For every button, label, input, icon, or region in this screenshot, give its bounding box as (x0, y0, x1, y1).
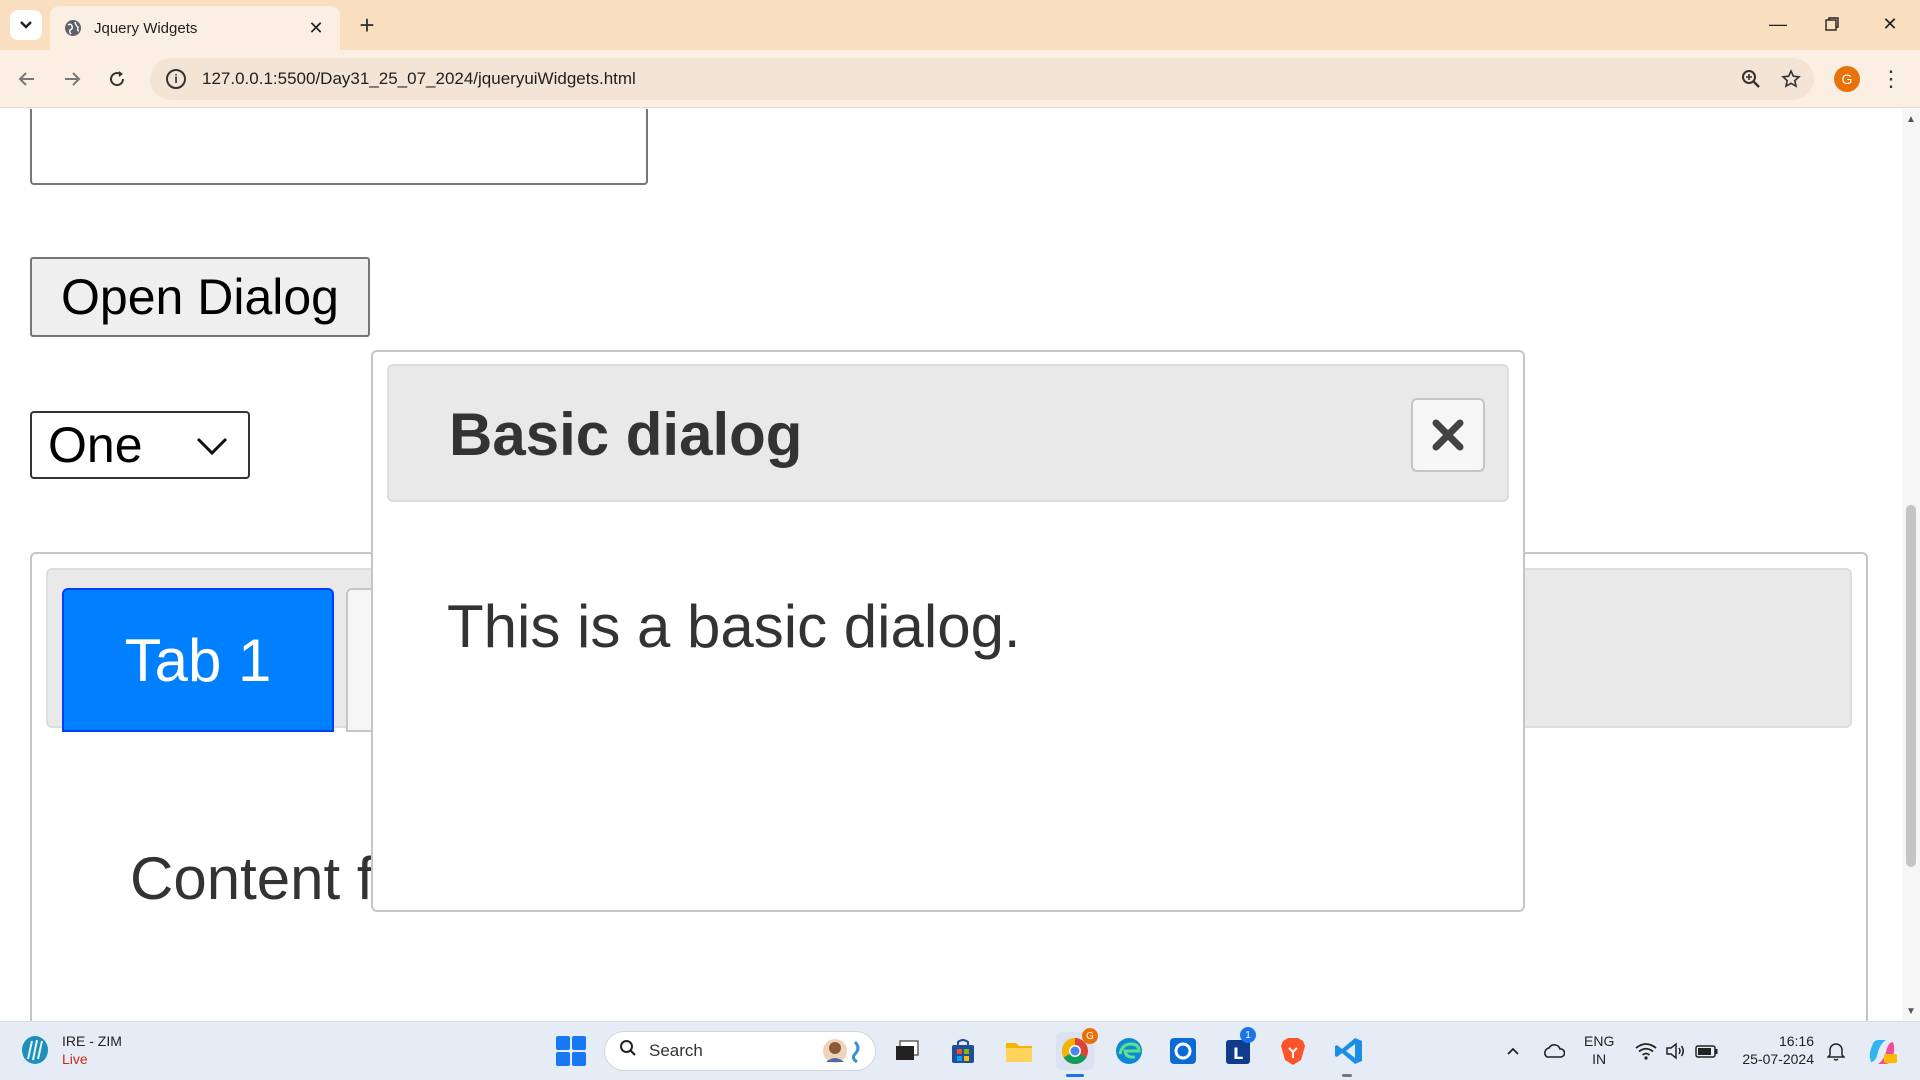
select-value: One (48, 417, 143, 473)
restore-button[interactable] (1810, 6, 1854, 42)
news-headline: IRE - ZIM (62, 1033, 122, 1049)
tab-1[interactable]: Tab 1 (62, 588, 334, 732)
vscode-icon[interactable] (1330, 1032, 1368, 1070)
address-bar[interactable]: i 127.0.0.1:5500/Day31_25_07_2024/jquery… (150, 58, 1814, 100)
back-button[interactable] (10, 62, 44, 96)
search-highlight-icon (823, 1039, 860, 1064)
open-dialog-button[interactable]: Open Dialog (30, 257, 370, 337)
tab-title: Jquery Widgets (94, 19, 198, 37)
reload-icon (110, 71, 125, 87)
globe-icon (65, 20, 81, 36)
bookmark-star-icon[interactable] (1774, 62, 1808, 96)
page-scrollbar[interactable]: ▲ ▼ (1902, 109, 1920, 1021)
scroll-up-icon[interactable]: ▲ (1902, 111, 1920, 127)
region-code: IN (1592, 1051, 1607, 1067)
number-select[interactable]: One (30, 411, 250, 479)
reload-button[interactable] (100, 62, 134, 96)
tab-search-button[interactable] (10, 10, 42, 40)
close-icon (1432, 419, 1464, 451)
browser-menu-icon[interactable]: ⋮ (1876, 64, 1906, 94)
cortana-icon[interactable] (1164, 1032, 1202, 1070)
edge-icon[interactable] (1110, 1032, 1148, 1070)
windows-start-icon[interactable] (556, 1036, 586, 1066)
notification-bell-icon[interactable] (1822, 1034, 1850, 1068)
text-input[interactable] (30, 109, 648, 185)
chrome-active-indicator (1066, 1074, 1084, 1077)
language-indicator[interactable]: ENG IN (1584, 1032, 1614, 1068)
scroll-down-icon[interactable]: ▼ (1902, 1003, 1920, 1019)
file-explorer-icon[interactable] (1000, 1032, 1038, 1070)
restore-icon (1825, 17, 1839, 31)
task-view-icon[interactable] (888, 1032, 926, 1070)
site-info-icon[interactable]: i (166, 69, 186, 89)
new-tab-button[interactable]: + (352, 10, 382, 40)
dialog-title: Basic dialog (449, 401, 803, 468)
basic-dialog: Basic dialog This is a basic dialog. (371, 350, 1525, 912)
browser-tab-active[interactable]: Jquery Widgets ✕ (50, 6, 340, 50)
chrome-profile-badge: G (1082, 1028, 1098, 1044)
close-icon[interactable]: ✕ (306, 18, 326, 38)
arrow-left-icon (18, 72, 34, 86)
chevron-down-icon (196, 437, 228, 456)
news-widget[interactable]: IRE - ZIM Live (20, 1032, 122, 1068)
browser-tabstrip: Jquery Widgets ✕ + — ✕ (0, 0, 1920, 50)
scrollbar-thumb[interactable] (1906, 505, 1916, 867)
vscode-running-indicator (1342, 1074, 1352, 1077)
volume-icon[interactable] (1662, 1034, 1688, 1068)
chevron-down-icon (20, 21, 32, 29)
arrow-right-icon (65, 72, 81, 86)
news-live-label: Live (62, 1051, 88, 1067)
cricket-icon (22, 1036, 48, 1064)
dialog-body-text: This is a basic dialog. (447, 593, 1021, 660)
microsoft-store-icon[interactable] (944, 1032, 982, 1070)
clock-time: 16:16 (1778, 1033, 1814, 1049)
zoom-icon[interactable] (1734, 62, 1768, 96)
system-clock[interactable]: 16:16 25-07-2024 (1734, 1032, 1814, 1068)
brave-icon[interactable] (1274, 1032, 1312, 1070)
wifi-icon[interactable] (1632, 1034, 1660, 1068)
onedrive-icon[interactable] (1538, 1034, 1568, 1068)
search-icon (619, 1039, 637, 1063)
browser-toolbar: i 127.0.0.1:5500/Day31_25_07_2024/jquery… (0, 50, 1920, 108)
language-code: ENG (1584, 1033, 1615, 1049)
forward-button[interactable] (55, 62, 89, 96)
outlook-badge: 1 (1240, 1027, 1256, 1043)
window-close-button[interactable]: ✕ (1868, 6, 1912, 42)
battery-icon[interactable] (1692, 1034, 1722, 1068)
url-text: 127.0.0.1:5500/Day31_25_07_2024/jqueryui… (202, 69, 636, 88)
search-label: Search (649, 1041, 703, 1060)
dialog-close-button[interactable] (1411, 398, 1485, 472)
windows-taskbar: IRE - ZIM Live Search G L 1 ENG IN 16:16… (0, 1021, 1920, 1080)
minimize-button[interactable]: — (1756, 6, 1800, 42)
taskbar-search[interactable]: Search (604, 1031, 876, 1071)
page-viewport: Open Dialog One Tab 1 Content for tab 1.… (0, 109, 1902, 1021)
copilot-icon[interactable] (1864, 1034, 1900, 1070)
dialog-titlebar[interactable]: Basic dialog (387, 364, 1509, 502)
profile-avatar[interactable]: G (1834, 66, 1860, 92)
clock-date: 25-07-2024 (1742, 1051, 1814, 1067)
svg-text:L: L (1233, 1044, 1243, 1063)
show-hidden-icons[interactable] (1500, 1034, 1526, 1068)
